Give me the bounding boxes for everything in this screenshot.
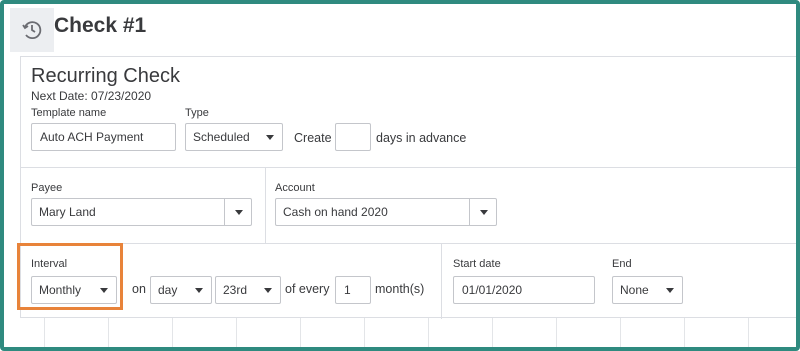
start-date-input[interactable]: 01/01/2020 xyxy=(453,276,595,304)
chevron-down-icon xyxy=(264,288,272,293)
chevron-down-icon xyxy=(666,288,674,293)
chevron-down-icon xyxy=(480,210,488,215)
account-value: Cash on hand 2020 xyxy=(283,205,388,219)
every-months-input[interactable]: 1 xyxy=(335,276,371,304)
template-name-input[interactable]: Auto ACH Payment xyxy=(31,123,176,151)
chevron-down-icon xyxy=(235,210,243,215)
interval-day-select[interactable]: 23rd xyxy=(215,276,281,304)
account-select[interactable]: Cash on hand 2020 xyxy=(275,198,497,226)
interval-unit-select[interactable]: day xyxy=(150,276,212,304)
next-date: Next Date: 07/23/2020 xyxy=(31,89,152,103)
interval-highlight-box xyxy=(17,243,123,310)
on-label: on xyxy=(132,282,146,296)
template-name-label: Template name xyxy=(31,107,107,119)
type-value: Scheduled xyxy=(193,130,250,144)
page-title: Check #1 xyxy=(54,14,147,37)
section-title: Recurring Check xyxy=(31,65,180,87)
interval-unit-value: day xyxy=(158,283,178,297)
chevron-down-icon xyxy=(266,135,274,140)
type-label: Type xyxy=(185,107,209,119)
create-label: Create xyxy=(294,131,332,145)
type-select[interactable]: Scheduled xyxy=(185,123,283,151)
divider xyxy=(441,243,442,319)
account-label: Account xyxy=(275,182,315,194)
recurring-panel: Recurring Check Next Date: 07/23/2020 Te… xyxy=(20,56,796,319)
payee-label: Payee xyxy=(31,182,63,194)
recurring-history-icon[interactable] xyxy=(10,8,54,52)
header: Check #1 xyxy=(4,4,796,52)
divider xyxy=(21,243,796,244)
chevron-down-icon xyxy=(195,288,203,293)
days-in-advance-label: days in advance xyxy=(376,131,467,145)
months-label: month(s) xyxy=(375,282,425,296)
create-days-input[interactable] xyxy=(335,123,371,151)
end-select[interactable]: None xyxy=(612,276,683,304)
payee-value: Mary Land xyxy=(39,205,96,219)
divider xyxy=(21,167,796,168)
interval-day-value: 23rd xyxy=(223,283,248,297)
of-every-label: of every xyxy=(285,282,330,296)
end-value: None xyxy=(620,283,649,297)
divider xyxy=(265,167,266,243)
payee-select[interactable]: Mary Land xyxy=(31,198,252,226)
start-date-label: Start date xyxy=(453,258,501,270)
end-label: End xyxy=(612,258,632,270)
